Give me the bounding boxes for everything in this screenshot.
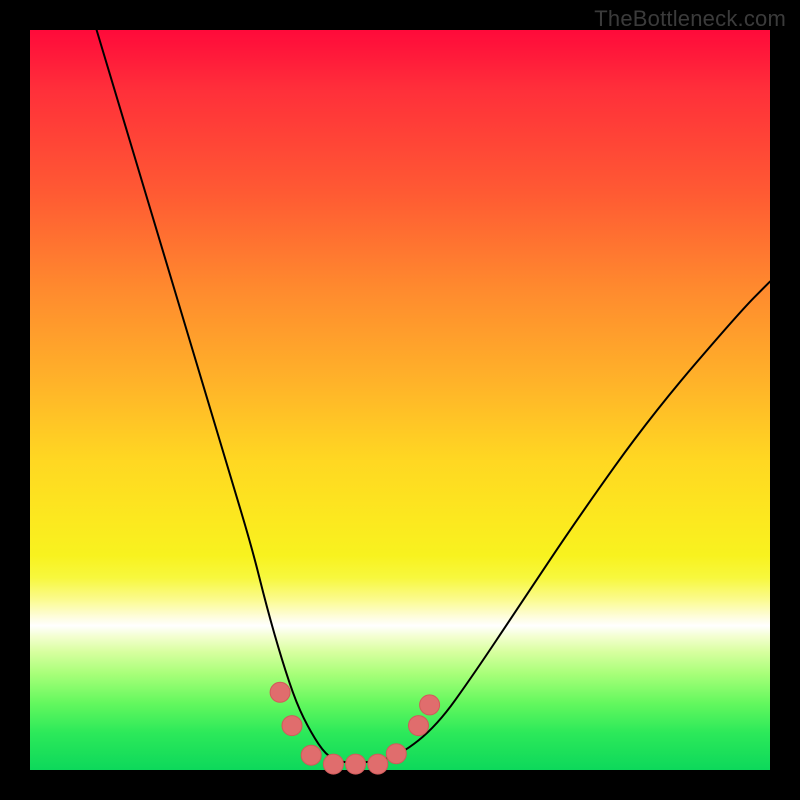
trough-marker <box>282 716 302 736</box>
trough-marker <box>323 754 343 774</box>
trough-marker <box>301 745 321 765</box>
trough-marker <box>420 695 440 715</box>
curve-layer <box>97 30 770 763</box>
trough-marker <box>368 754 388 774</box>
chart-plot-area <box>30 30 770 770</box>
trough-marker <box>270 682 290 702</box>
chart-svg <box>30 30 770 770</box>
trough-marker <box>346 754 366 774</box>
trough-marker <box>386 744 406 764</box>
bottleneck-curve <box>97 30 770 763</box>
watermark-text: TheBottleneck.com <box>594 6 786 32</box>
chart-frame: TheBottleneck.com <box>0 0 800 800</box>
trough-marker <box>409 716 429 736</box>
trough-markers <box>270 682 440 774</box>
